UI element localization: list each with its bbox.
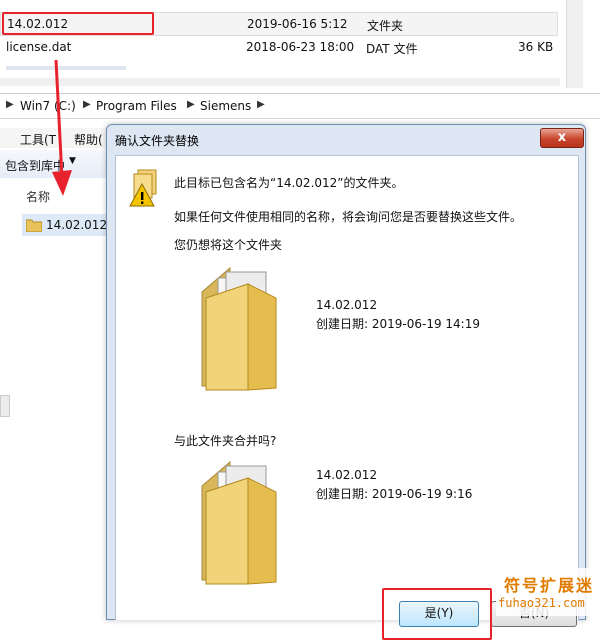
highlight-box-folder xyxy=(2,12,154,35)
file-date: 2018-06-23 18:00 xyxy=(246,40,355,54)
folder-label: 14.02.012 xyxy=(46,218,108,232)
dialog-content: 此目标已包含名为“14.02.012”的文件夹。 如果任何文件使用相同的名称，将… xyxy=(115,155,579,640)
dialog-titlebar[interactable]: 确认文件夹替换 x xyxy=(107,125,585,153)
close-icon: x xyxy=(557,130,567,145)
horizontal-scrollbar[interactable] xyxy=(0,78,560,86)
file-size: 36 KB xyxy=(518,40,554,54)
chevron-right-icon: ▶ xyxy=(6,99,14,110)
scrollbar[interactable] xyxy=(566,0,583,88)
file-row-license[interactable]: license.dat 2018-06-23 18:00 DAT 文件 36 K… xyxy=(0,36,556,58)
message-line-1: 此目标已包含名为“14.02.012”的文件夹。 xyxy=(174,176,404,190)
folder-warning-icon xyxy=(128,168,158,211)
source-folder-name: 14.02.012 xyxy=(316,468,378,482)
target-folder-name: 14.02.012 xyxy=(316,298,378,312)
watermark-title: 符号扩展迷 xyxy=(504,576,595,595)
file-type: DAT 文件 xyxy=(366,42,418,56)
address-bar[interactable]: ▶ Win7 (C:) ▶ Program Files ▶ Siemens ▶ xyxy=(0,93,600,119)
file-name: license.dat xyxy=(6,40,72,54)
breadcrumb-program-files[interactable]: Program Files xyxy=(96,99,177,113)
message-line-2: 如果任何文件使用相同的名称，将会询问您是否要替换这些文件。 xyxy=(174,210,523,224)
red-arrow-annotation xyxy=(52,60,72,196)
target-folder-created: 创建日期: 2019-06-19 14:19 xyxy=(316,317,480,331)
folder-icon xyxy=(25,218,43,235)
chevron-right-icon: ▶ xyxy=(187,99,195,110)
highlight-box-yes xyxy=(382,588,492,640)
file-list: 14.02.012 2019-06-16 5:12 文件夹 license.da… xyxy=(0,0,600,88)
file-type: 文件夹 xyxy=(367,19,404,33)
source-folder-created: 创建日期: 2019-06-19 9:16 xyxy=(316,487,473,501)
folder-icon xyxy=(192,456,280,589)
file-row-partial[interactable] xyxy=(0,59,556,77)
chevron-right-icon: ▶ xyxy=(257,99,265,110)
close-button[interactable]: x xyxy=(540,128,584,148)
confirm-folder-replace-dialog: 确认文件夹替换 x 此目标已包含名为“14.02.012”的文件夹。 如果任何文… xyxy=(106,124,586,640)
message-line-3: 您仍想将这个文件夹 xyxy=(174,238,283,252)
watermark-logo: 符号扩展迷 fuhao321.com xyxy=(496,568,596,616)
left-pane: 名称 14.02.012 xyxy=(0,178,108,618)
dialog-title: 确认文件夹替换 xyxy=(115,134,200,148)
merge-question: 与此文件夹合并吗? xyxy=(174,434,277,448)
breadcrumb-siemens[interactable]: Siemens xyxy=(200,99,251,113)
scrollbar-thumb[interactable] xyxy=(0,395,10,417)
folder-icon xyxy=(192,262,280,395)
folder-item[interactable]: 14.02.012 xyxy=(22,214,108,236)
watermark-url: fuhao321.com xyxy=(498,596,585,610)
file-date: 2019-06-16 5:12 xyxy=(247,17,348,31)
chevron-right-icon: ▶ xyxy=(83,99,91,110)
